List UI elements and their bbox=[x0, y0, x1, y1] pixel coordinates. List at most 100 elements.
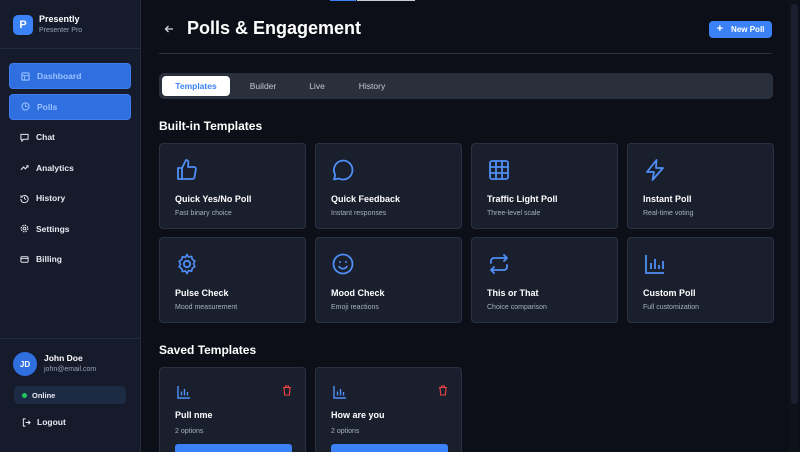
brand-subtitle: Presenter Pro bbox=[39, 27, 83, 34]
saved-template-options: 2 options bbox=[175, 428, 204, 435]
bar-chart-icon bbox=[177, 386, 190, 399]
template-title: Instant Poll bbox=[643, 194, 692, 204]
template-desc: Mood measurement bbox=[175, 304, 238, 311]
plus-icon: + bbox=[716, 23, 724, 35]
saved-templates-title: Saved Templates bbox=[159, 343, 257, 357]
sidebar: P Presently Presenter Pro Dashboard Poll… bbox=[0, 0, 141, 452]
template-card-traffic-light[interactable]: Traffic Light Poll Three-level scale bbox=[471, 143, 618, 229]
builtin-templates-title: Built-in Templates bbox=[159, 119, 263, 133]
sidebar-item-label: Chat bbox=[36, 132, 55, 142]
main-content: Polls & Engagement + New Poll Templates … bbox=[141, 0, 800, 452]
use-template-button[interactable] bbox=[175, 444, 292, 452]
tab-bar: Templates Builder Live History bbox=[159, 73, 773, 99]
gear-icon bbox=[175, 252, 199, 276]
saved-template-card[interactable]: How are you 2 options bbox=[315, 367, 462, 452]
use-template-button[interactable] bbox=[331, 444, 448, 452]
grid-icon bbox=[19, 71, 31, 81]
sidebar-item-label: History bbox=[36, 193, 66, 203]
new-poll-label: New Poll bbox=[731, 25, 765, 34]
top-accent-line bbox=[357, 0, 415, 1]
logout-button[interactable]: Logout bbox=[22, 417, 66, 427]
user-email: john@email.com bbox=[44, 366, 97, 373]
sidebar-item-label: Analytics bbox=[36, 162, 74, 173]
sidebar-item-label: Settings bbox=[36, 223, 70, 234]
logout-icon bbox=[22, 417, 31, 427]
status-badge[interactable]: Online bbox=[14, 386, 126, 404]
template-card-pulse-check[interactable]: Pulse Check Mood measurement bbox=[159, 237, 306, 323]
thumbs-up-icon bbox=[175, 158, 199, 182]
trend-icon bbox=[18, 163, 30, 172]
brand[interactable]: P Presently Presenter Pro bbox=[13, 14, 82, 36]
bar-chart-icon bbox=[333, 386, 346, 399]
tab-builder[interactable]: Builder bbox=[234, 76, 292, 96]
chat-icon bbox=[18, 133, 30, 142]
template-desc: Choice comparison bbox=[487, 304, 547, 311]
sidebar-divider bbox=[0, 338, 141, 339]
template-desc: Instant responses bbox=[331, 210, 387, 217]
template-title: Pulse Check bbox=[175, 288, 229, 298]
tab-history[interactable]: History bbox=[344, 76, 400, 96]
status-label: Online bbox=[32, 390, 56, 400]
speech-bubble-icon bbox=[331, 158, 355, 182]
sidebar-item-settings[interactable]: Settings bbox=[9, 216, 131, 242]
card-icon bbox=[18, 255, 30, 264]
trash-icon[interactable] bbox=[438, 385, 448, 396]
grid-icon bbox=[487, 158, 511, 182]
template-card-this-or-that[interactable]: This or That Choice comparison bbox=[471, 237, 618, 323]
template-title: Quick Feedback bbox=[331, 194, 401, 204]
template-card-custom-poll[interactable]: Custom Poll Full customization bbox=[627, 237, 774, 323]
sidebar-item-label: Polls bbox=[37, 101, 58, 112]
template-card-instant-poll[interactable]: Instant Poll Real-time voting bbox=[627, 143, 774, 229]
sidebar-item-history[interactable]: History bbox=[9, 185, 131, 211]
lightning-icon bbox=[643, 158, 667, 182]
template-desc: Fast binary choice bbox=[175, 210, 232, 217]
clock-icon bbox=[19, 102, 31, 111]
sidebar-item-label: Dashboard bbox=[37, 71, 82, 81]
sidebar-divider bbox=[0, 48, 141, 49]
tab-templates[interactable]: Templates bbox=[162, 76, 230, 96]
template-card-quick-feedback[interactable]: Quick Feedback Instant responses bbox=[315, 143, 462, 229]
avatar: JD bbox=[13, 352, 37, 376]
smiley-icon bbox=[331, 252, 355, 276]
user-name: John Doe bbox=[44, 353, 83, 363]
brand-name: Presently bbox=[39, 14, 80, 24]
template-desc: Emoji reactions bbox=[331, 304, 379, 311]
tab-live[interactable]: Live bbox=[294, 76, 340, 96]
template-desc: Three-level scale bbox=[487, 210, 541, 217]
template-title: Mood Check bbox=[331, 288, 385, 298]
template-title: Traffic Light Poll bbox=[487, 194, 558, 204]
saved-template-title: How are you bbox=[331, 410, 385, 420]
page-title: Polls & Engagement bbox=[187, 18, 362, 38]
saved-template-title: Pull nme bbox=[175, 410, 213, 420]
sidebar-item-billing[interactable]: Billing bbox=[9, 246, 131, 272]
sidebar-item-chat[interactable]: Chat bbox=[9, 124, 131, 150]
repeat-icon bbox=[487, 252, 511, 276]
sidebar-nav: Dashboard Polls Chat Analytics History S… bbox=[9, 63, 131, 277]
sidebar-item-polls[interactable]: Polls bbox=[9, 93, 131, 120]
new-poll-button[interactable]: + New Poll bbox=[709, 21, 772, 38]
online-dot-icon bbox=[22, 392, 27, 398]
top-accent-line bbox=[330, 0, 356, 1]
saved-template-card[interactable]: Pull nme 2 options bbox=[159, 367, 306, 452]
logout-label: Logout bbox=[37, 417, 66, 427]
template-desc: Full customization bbox=[643, 304, 700, 311]
sidebar-item-dashboard[interactable]: Dashboard bbox=[9, 63, 131, 89]
saved-template-options: 2 options bbox=[331, 428, 360, 435]
template-card-mood-check[interactable]: Mood Check Emoji reactions bbox=[315, 237, 462, 323]
template-card-quick-yes-no[interactable]: Quick Yes/No Poll Fast binary choice bbox=[159, 143, 306, 229]
user-profile[interactable]: JD John Doe john@email.com bbox=[13, 352, 96, 376]
scrollbar-thumb[interactable] bbox=[791, 4, 798, 404]
template-title: Custom Poll bbox=[643, 288, 696, 298]
gear-icon bbox=[18, 224, 30, 233]
template-desc: Real-time voting bbox=[643, 210, 694, 217]
header-divider bbox=[159, 53, 772, 54]
template-title: Quick Yes/No Poll bbox=[175, 194, 252, 204]
template-title: This or That bbox=[487, 288, 539, 298]
sidebar-item-analytics[interactable]: Analytics bbox=[9, 155, 131, 181]
back-arrow-icon[interactable] bbox=[163, 23, 175, 35]
trash-icon[interactable] bbox=[282, 385, 292, 396]
sidebar-item-label: Billing bbox=[36, 254, 62, 264]
brand-logo: P bbox=[13, 15, 33, 35]
bar-chart-icon bbox=[643, 252, 667, 276]
history-icon bbox=[18, 194, 30, 203]
